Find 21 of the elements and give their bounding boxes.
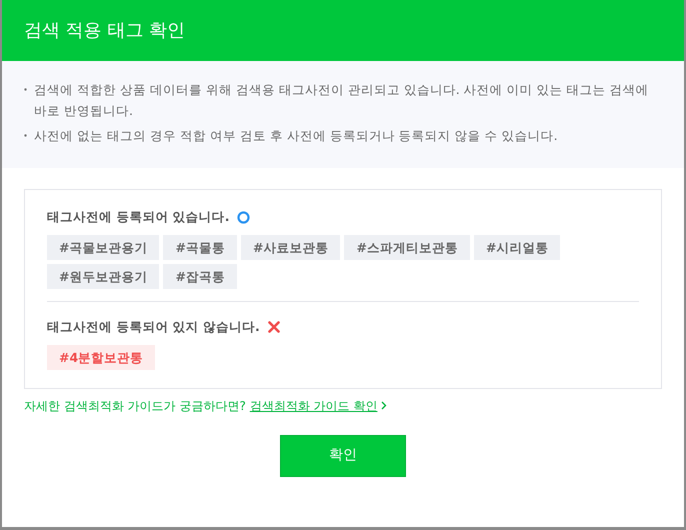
notice-text: 사전에 없는 태그의 경우 적합 여부 검토 후 사전에 등록되거나 등록되지 않을 수 있습니다. — [34, 127, 558, 145]
tag-chip: #잡곡통 — [163, 264, 237, 289]
dialog-title: 검색 적용 태그 확인 — [24, 19, 186, 43]
confirm-button[interactable]: 확인 — [280, 434, 406, 476]
section-heading: 태그사전에 등록되어 있습니다. — [47, 208, 230, 226]
guide-link[interactable]: 검색최적화 가이드 확인 — [250, 396, 378, 414]
tag-chip: #곡물보관용기 — [47, 234, 160, 260]
circle-icon — [237, 210, 250, 224]
notice-text: 검색에 적합한 상품 데이터를 위해 검색용 태그사전이 관리되고 있습니다. 사전에 이미 있는 태그는 검색에 바로 반영됩니다. — [34, 81, 650, 120]
tag-chip: #스파게티보관통 — [344, 234, 470, 260]
section-heading: 태그사전에 등록되어 있지 않습니다. — [47, 318, 260, 336]
tag-chip: #곡물통 — [163, 234, 237, 260]
chevron-right-icon — [381, 401, 388, 410]
guide-text: 자세한 검색최적화 가이드가 궁금하다면? — [24, 398, 246, 414]
cross-icon — [268, 321, 280, 334]
tag-chip: #사료보관통 — [240, 234, 340, 260]
tag-chip: #원두보관용기 — [47, 264, 160, 289]
bullet-icon — [24, 88, 27, 91]
tag-chip: #4분할보관통 — [47, 344, 156, 370]
bullet-icon — [24, 134, 27, 137]
tag-chip: #시리얼통 — [474, 234, 560, 260]
